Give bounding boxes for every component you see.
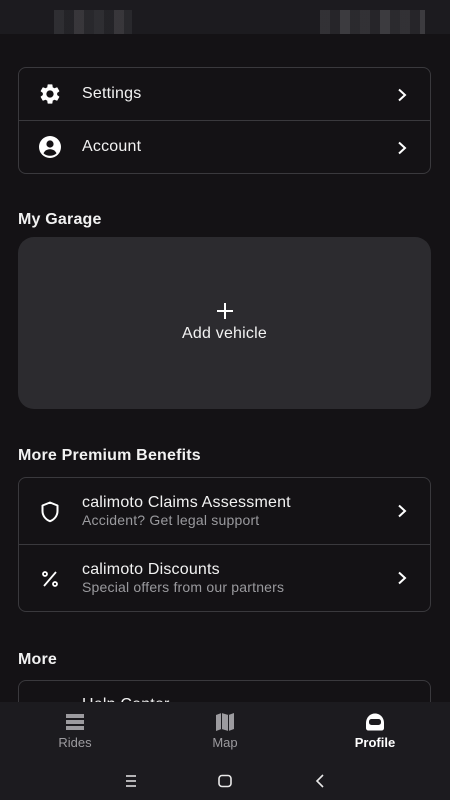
account-row[interactable]: Account (19, 121, 430, 174)
more-title: More (18, 651, 58, 668)
account-circle-icon (39, 136, 61, 158)
status-bar-left-blur (54, 10, 132, 34)
my-garage-title: My Garage (18, 211, 102, 228)
discounts-subtitle: Special offers from our partners (82, 579, 285, 595)
account-label: Account (82, 138, 142, 155)
gear-icon (40, 84, 60, 104)
nav-label-map: Map (212, 735, 238, 750)
nav-tab-profile[interactable]: Profile (300, 702, 450, 762)
chevron-right-icon (398, 504, 407, 518)
claims-assessment-title: calimoto Claims Assessment (82, 494, 291, 511)
nav-label-profile: Profile (354, 735, 396, 750)
discounts-title: calimoto Discounts (82, 561, 220, 578)
helmet-icon (366, 713, 384, 731)
status-bar (0, 0, 450, 34)
chevron-right-icon (398, 571, 407, 585)
premium-benefits-title: More Premium Benefits (18, 447, 201, 464)
chevron-right-icon (398, 88, 407, 102)
percent-icon (42, 571, 58, 587)
add-vehicle-tile[interactable]: Add vehicle (18, 237, 431, 409)
bottom-navigation: Rides Map Profile (0, 702, 450, 762)
nav-tab-rides[interactable]: Rides (0, 702, 150, 762)
home-icon[interactable] (213, 770, 237, 792)
discounts-row[interactable]: calimoto Discounts Special offers from o… (19, 545, 430, 612)
back-icon[interactable] (308, 770, 332, 792)
system-navigation-bar (0, 762, 450, 800)
settings-row[interactable]: Settings (19, 68, 430, 121)
premium-benefits-card: calimoto Claims Assessment Accident? Get… (18, 477, 431, 612)
shield-icon (41, 501, 59, 523)
plus-icon (18, 302, 431, 325)
recent-apps-icon[interactable] (119, 770, 143, 792)
rides-list-icon (66, 714, 84, 730)
claims-assessment-subtitle: Accident? Get legal support (82, 512, 260, 528)
settings-label: Settings (82, 85, 142, 102)
nav-tab-map[interactable]: Map (150, 702, 300, 762)
account-menu-card: Settings Account (18, 67, 431, 174)
add-vehicle-label: Add vehicle (182, 325, 267, 342)
chevron-right-icon (398, 141, 407, 155)
claims-assessment-row[interactable]: calimoto Claims Assessment Accident? Get… (19, 478, 430, 545)
map-icon (216, 713, 234, 731)
status-bar-right-blur (320, 10, 425, 34)
nav-label-rides: Rides (58, 735, 92, 750)
